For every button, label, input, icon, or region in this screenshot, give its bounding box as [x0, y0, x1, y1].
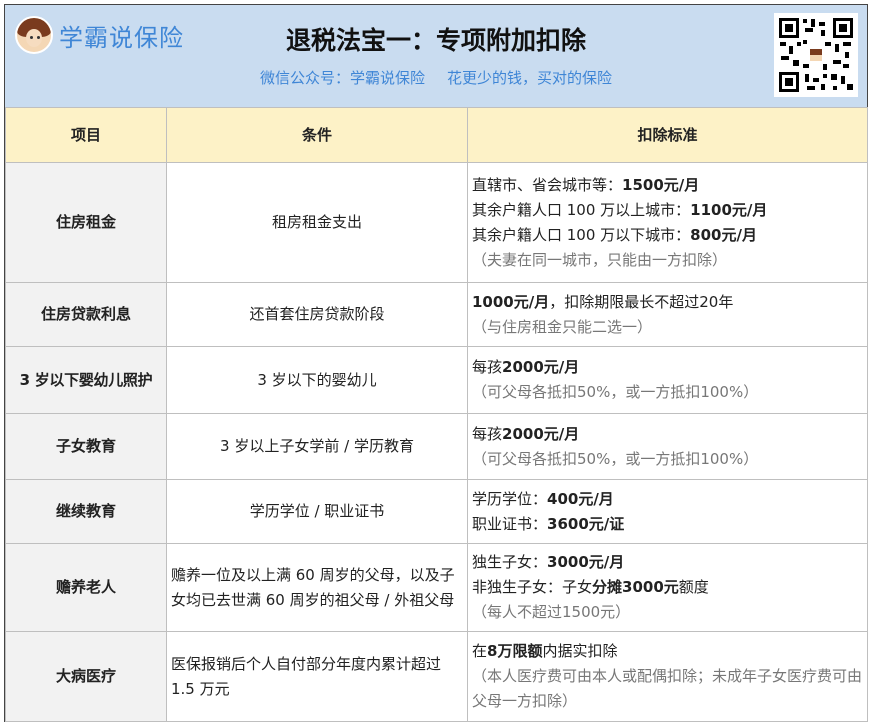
item-cell: 住房租金 [5, 162, 167, 283]
standard-line: 其余户籍人口 100 万以上城市：1100元/月 [472, 200, 768, 219]
standard-note: （夫妻在同一城市，只能由一方扣除） [472, 250, 728, 269]
table-row: 住房贷款利息 还首套住房贷款阶段 1000元/月，扣除期限最长不超过20年 （与… [5, 282, 868, 347]
slogan: 花更少的钱，买对的保险 [447, 69, 613, 87]
table-row: 赡养老人 赡养一位及以上满 60 周岁的父母，以及子女均已去世满 60 周岁的祖… [5, 543, 868, 632]
standard-cell: 学历学位：400元/月 职业证书：3600元/证 [467, 479, 868, 544]
standard-note: （每人不超过1500元） [472, 603, 631, 621]
standard-line: 职业证书：3600元/证 [472, 514, 625, 533]
subtitle: 微信公众号：学霸说保险 花更少的钱，买对的保险 [5, 67, 867, 88]
item-cell: 住房贷款利息 [5, 282, 167, 347]
standard-note: （可父母各抵扣50%，或一方抵扣100%） [472, 383, 759, 401]
condition-cell: 3 岁以上子女学前 / 学历教育 [166, 413, 468, 480]
table-row: 住房租金 租房租金支出 直辖市、省会城市等：1500元/月 其余户籍人口 100… [5, 162, 868, 283]
table-row: 大病医疗 医保报销后个人自付部分年度内累计超过 1.5 万元 在8万限额内据实扣… [5, 631, 868, 722]
standard-note: （本人医疗费可由本人或配偶扣除；未成年子女医疗费可由父母一方扣除） [472, 667, 863, 710]
condition-cell: 医保报销后个人自付部分年度内累计超过 1.5 万元 [166, 631, 468, 722]
qr-code-icon [774, 13, 858, 97]
column-header-standard: 扣除标准 [467, 107, 868, 163]
table-header-row: 项目 条件 扣除标准 [5, 107, 868, 163]
column-header-item: 项目 [5, 107, 167, 163]
standard-cell: 每孩2000元/月 （可父母各抵扣50%，或一方抵扣100%） [467, 413, 868, 480]
standard-line: 非独生子女：子女分摊3000元额度 [472, 578, 709, 596]
standard-cell: 直辖市、省会城市等：1500元/月 其余户籍人口 100 万以上城市：1100元… [467, 162, 868, 283]
condition-cell: 3 岁以下的婴幼儿 [166, 346, 468, 414]
header-banner: 学霸说保险 退税法宝一：专项附加扣除 微信公众号：学霸说保险 花更少的钱，买对的保… [5, 5, 867, 108]
condition-cell: 还首套住房贷款阶段 [166, 282, 468, 347]
standard-cell: 1000元/月，扣除期限最长不超过20年 （与住房租金只能二选一） [467, 282, 868, 347]
standard-note: （与住房租金只能二选一） [472, 317, 653, 336]
standard-line: 每孩2000元/月 [472, 424, 580, 443]
item-cell: 赡养老人 [5, 543, 167, 632]
standard-line: 1000元/月，扣除期限最长不超过20年 [472, 292, 734, 311]
page-title: 退税法宝一：专项附加扣除 [285, 26, 586, 55]
standard-line: 每孩2000元/月 [472, 358, 580, 376]
condition-cell: 学历学位 / 职业证书 [166, 479, 468, 544]
standard-cell: 独生子女：3000元/月 非独生子女：子女分摊3000元额度 （每人不超过150… [467, 543, 868, 632]
standard-line: 独生子女：3000元/月 [472, 553, 625, 571]
wechat-account: 微信公众号：学霸说保险 [259, 69, 425, 87]
item-cell: 继续教育 [5, 479, 167, 544]
standard-cell: 在8万限额内据实扣除 （本人医疗费可由本人或配偶扣除；未成年子女医疗费可由父母一… [467, 631, 868, 722]
column-header-condition: 条件 [166, 107, 468, 163]
standard-line: 在8万限额内据实扣除 [472, 642, 618, 660]
standard-line: 直辖市、省会城市等：1500元/月 [472, 175, 700, 194]
deduction-table: 项目 条件 扣除标准 住房租金 租房租金支出 直辖市、省会城市等：1500元/月… [5, 107, 868, 722]
standard-note: （可父母各抵扣50%，或一方抵扣100%） [472, 449, 759, 468]
table-row: 子女教育 3 岁以上子女学前 / 学历教育 每孩2000元/月 （可父母各抵扣5… [5, 413, 868, 480]
table-row: 3 岁以下婴幼儿照护 3 岁以下的婴幼儿 每孩2000元/月 （可父母各抵扣50… [5, 346, 868, 414]
table-row: 继续教育 学历学位 / 职业证书 学历学位：400元/月 职业证书：3600元/… [5, 479, 868, 544]
condition-cell: 租房租金支出 [166, 162, 468, 283]
item-cell: 大病医疗 [5, 631, 167, 722]
standard-cell: 每孩2000元/月 （可父母各抵扣50%，或一方抵扣100%） [467, 346, 868, 414]
page-frame: 学霸说保险 退税法宝一：专项附加扣除 微信公众号：学霸说保险 花更少的钱，买对的保… [4, 4, 868, 722]
standard-line: 学历学位：400元/月 [472, 489, 614, 508]
standard-line: 其余户籍人口 100 万以下城市：800元/月 [472, 225, 757, 244]
item-cell: 子女教育 [5, 413, 167, 480]
item-cell: 3 岁以下婴幼儿照护 [5, 346, 167, 414]
condition-cell: 赡养一位及以上满 60 周岁的父母，以及子女均已去世满 60 周岁的祖父母 / … [166, 543, 468, 632]
